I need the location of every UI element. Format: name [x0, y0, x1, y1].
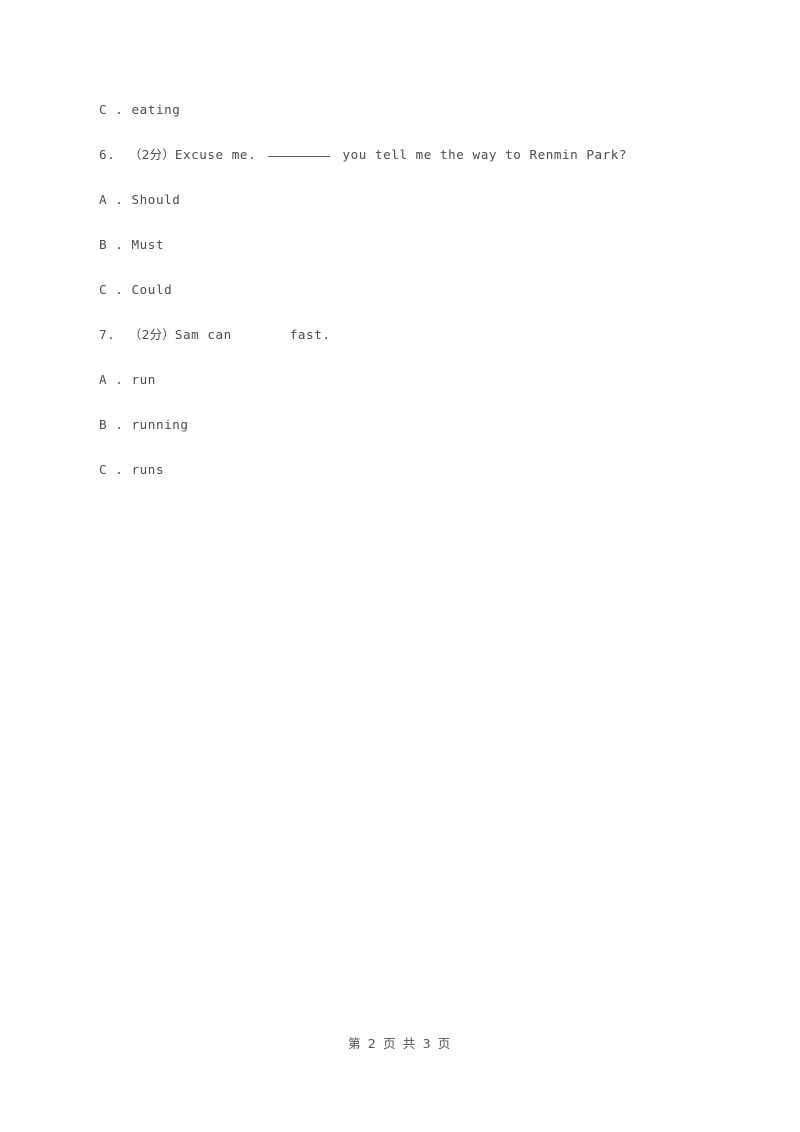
document-page: C . eating 6. （2分）Excuse me. you tell me …: [0, 0, 800, 1132]
option-text: Could: [131, 282, 173, 297]
option-letter: A: [99, 372, 108, 387]
question-score: （2分）: [129, 327, 175, 342]
option-letter: B: [99, 237, 108, 252]
option-letter: B: [99, 417, 108, 432]
option-separator: .: [107, 372, 132, 387]
option-row[interactable]: C . eating: [99, 96, 719, 141]
option-row[interactable]: C . Could: [99, 276, 719, 321]
option-letter: C: [99, 102, 108, 117]
question-stem-before-blank: Sam can: [174, 327, 232, 342]
option-separator: .: [107, 237, 132, 252]
option-letter: A: [99, 192, 108, 207]
option-row[interactable]: B . running: [99, 411, 719, 456]
question-number: 7.: [99, 327, 116, 342]
option-separator: .: [107, 102, 132, 117]
option-row[interactable]: C . runs: [99, 456, 719, 501]
option-text: eating: [131, 102, 181, 117]
question-content-area: C . eating 6. （2分）Excuse me. you tell me …: [99, 96, 719, 501]
option-text: run: [131, 372, 156, 387]
question-number: 6.: [99, 147, 116, 162]
option-text: runs: [131, 462, 165, 477]
question-score: （2分）: [129, 147, 175, 162]
option-row[interactable]: B . Must: [99, 231, 719, 276]
page-footer: 第 2 页 共 3 页: [347, 1036, 453, 1051]
question-stem-after-blank: you tell me the way to Renmin Park?: [334, 147, 628, 162]
option-text: Must: [131, 237, 165, 252]
answer-blank-underline[interactable]: [268, 156, 331, 157]
option-text: Should: [131, 192, 181, 207]
question-row: 6. （2分）Excuse me. you tell me the way to …: [99, 141, 719, 186]
question-stem-after-blank: fast.: [289, 327, 331, 342]
option-row[interactable]: A . run: [99, 366, 719, 411]
option-row[interactable]: A . Should: [99, 186, 719, 231]
option-separator: .: [107, 282, 132, 297]
question-stem-before-blank: Excuse me.: [174, 147, 265, 162]
option-separator: .: [107, 462, 132, 477]
question-row: 7. （2分）Sam can fast.: [99, 321, 719, 366]
option-separator: .: [107, 192, 132, 207]
option-separator: .: [107, 417, 132, 432]
option-letter: C: [99, 282, 108, 297]
option-letter: C: [99, 462, 108, 477]
option-text: running: [131, 417, 189, 432]
